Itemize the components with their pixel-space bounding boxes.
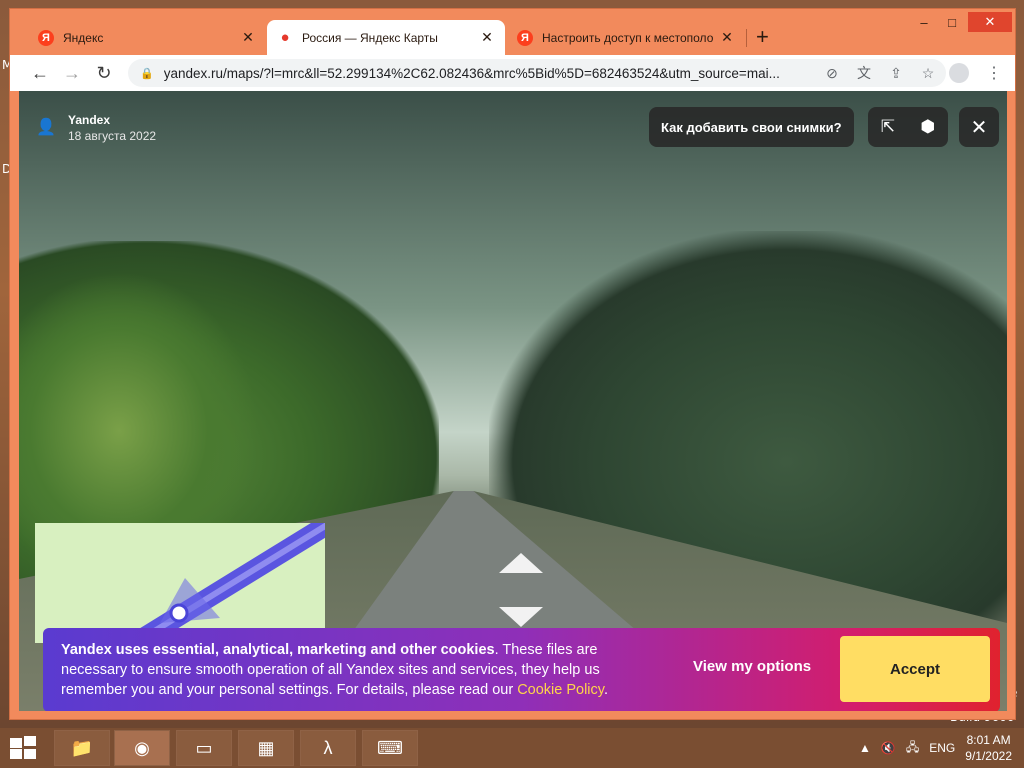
tab-title: Настроить доступ к местополо [542, 30, 714, 45]
move-back-arrow-icon[interactable] [499, 607, 543, 627]
forward-button[interactable]: → [58, 59, 86, 87]
close-panorama-button[interactable]: ✕ [959, 107, 999, 147]
tray-expand-icon[interactable]: ▲ [859, 741, 871, 755]
cookie-message: Yandex uses essential, analytical, marke… [61, 640, 661, 700]
network-icon[interactable]: 🖧 [906, 738, 919, 759]
mini-map[interactable] [35, 523, 325, 643]
close-window-button[interactable]: ✕ [968, 12, 1012, 32]
yandex-icon: Я [38, 29, 54, 46]
language-indicator[interactable]: ENG [929, 741, 955, 755]
chrome-icon[interactable]: ◉ [114, 730, 170, 766]
control-panel-icon[interactable]: ▦ [238, 730, 294, 766]
cookie-banner: Yandex uses essential, analytical, marke… [43, 628, 1000, 711]
map-pin-icon: ● [280, 29, 290, 46]
add-photos-button[interactable]: Как добавить свои снимки? [649, 107, 854, 147]
lock-icon[interactable]: 🔒 [140, 67, 154, 80]
profile-avatar-icon[interactable] [949, 63, 969, 83]
language-tool-icon[interactable]: λ [300, 730, 356, 766]
cookie-end-text: . [603, 682, 608, 698]
close-tab-icon[interactable]: ✕ [479, 29, 495, 46]
clock-date: 9/1/2022 [965, 749, 1012, 763]
file-explorer-icon[interactable]: 📁 [54, 730, 110, 766]
keyboard-icon[interactable]: ⌨ [362, 730, 418, 766]
cookie-policy-link[interactable]: Cookie Policy [517, 682, 604, 698]
capture-date: 18 августа 2022 [68, 129, 157, 143]
bookmark-star-icon[interactable]: ☆ [918, 63, 938, 83]
share-icon[interactable]: ⇱ [881, 117, 895, 137]
minimize-button[interactable]: – [910, 12, 938, 32]
toolbar-right: ⋮ [949, 59, 1005, 87]
author-name: Yandex [68, 113, 111, 127]
start-button[interactable] [8, 736, 38, 760]
reload-button[interactable]: ↻ [90, 59, 118, 87]
volume-muted-icon[interactable]: 🔇 [881, 741, 896, 755]
position-marker-icon [169, 603, 189, 623]
move-forward-arrow-icon[interactable] [499, 553, 543, 573]
location-blocked-icon[interactable]: ⊘ [822, 63, 842, 83]
report-icon[interactable]: ⬢ [920, 117, 935, 137]
tab-location-settings[interactable]: Я Настроить доступ к местополо ✕ [507, 20, 745, 55]
url-text[interactable]: yandex.ru/maps/?l=mrc&ll=52.299134%2C62.… [164, 66, 814, 81]
command-prompt-icon[interactable]: ▭ [176, 730, 232, 766]
share-page-icon[interactable]: ⇪ [886, 63, 906, 83]
maximize-button[interactable]: □ [938, 12, 966, 32]
view-options-button[interactable]: View my options [693, 658, 811, 675]
translate-icon[interactable]: 文 [854, 63, 874, 83]
tab-yandex-maps[interactable]: ● Россия — Яндекс Карты ✕ [267, 20, 505, 55]
address-bar[interactable]: 🔒 yandex.ru/maps/?l=mrc&ll=52.299134%2C6… [128, 59, 946, 87]
tab-strip: Я Яндекс ✕ ● Россия — Яндекс Карты ✕ Я Н… [10, 9, 1015, 55]
yandex-icon: Я [517, 29, 533, 46]
accept-button[interactable]: Accept [840, 636, 990, 702]
cookie-bold-text: Yandex uses essential, analytical, marke… [61, 642, 495, 658]
clock[interactable]: 8:01 AM 9/1/2022 [965, 732, 1012, 764]
windows-logo-icon [10, 738, 22, 748]
system-tray: ▲ 🔇 🖧 ENG 8:01 AM 9/1/2022 [859, 728, 1024, 768]
browser-toolbar: ← → ↻ 🔒 yandex.ru/maps/?l=mrc&ll=52.2991… [10, 55, 1015, 91]
tab-separator [746, 29, 747, 47]
close-tab-icon[interactable]: ✕ [719, 29, 735, 46]
user-icon: 👤 [36, 119, 56, 136]
panorama-author: 👤 Yandex 18 августа 2022 [36, 113, 156, 143]
tab-title: Россия — Яндекс Карты [302, 30, 438, 45]
tab-yandex[interactable]: Я Яндекс ✕ [28, 20, 266, 55]
mini-map-route [129, 523, 325, 643]
tab-title: Яндекс [63, 30, 104, 45]
close-tab-icon[interactable]: ✕ [240, 29, 256, 46]
omnibox-icons: ⊘ 文 ⇪ ☆ [822, 63, 938, 83]
back-button[interactable]: ← [26, 59, 54, 87]
clock-time: 8:01 AM [966, 733, 1011, 747]
browser-window: Я Яндекс ✕ ● Россия — Яндекс Карты ✕ Я Н… [9, 8, 1016, 720]
taskbar: 📁 ◉ ▭ ▦ λ ⌨ ▲ 🔇 🖧 ENG 8:01 AM 9/1/2022 [0, 728, 1024, 768]
panorama-action-group: ⇱ ⬢ [868, 107, 948, 147]
new-tab-button[interactable]: + [756, 23, 769, 51]
menu-kebab-icon[interactable]: ⋮ [983, 59, 1005, 87]
panorama-view[interactable]: 👤 Yandex 18 августа 2022 Как добавить св… [19, 91, 1007, 711]
